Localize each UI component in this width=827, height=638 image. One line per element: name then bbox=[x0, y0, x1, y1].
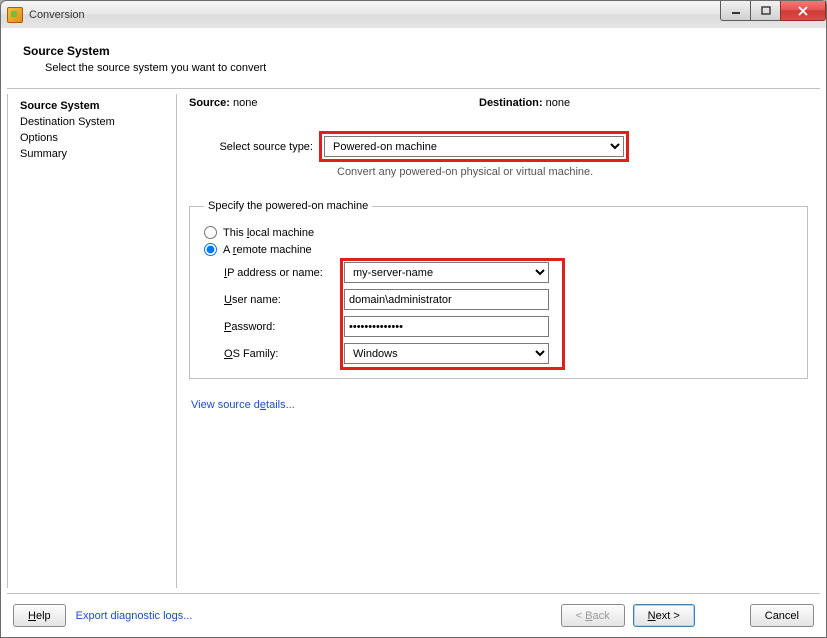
wizard-steps: Source System Destination System Options… bbox=[7, 94, 177, 588]
window-controls bbox=[720, 1, 826, 21]
minimize-icon bbox=[731, 7, 741, 15]
step-destination-system[interactable]: Destination System bbox=[16, 114, 168, 130]
powered-on-fieldset: Specify the powered-on machine This loca… bbox=[189, 200, 808, 379]
os-family-select[interactable]: Windows bbox=[344, 343, 549, 364]
main-content: Source: none Destination: none Select so… bbox=[177, 89, 820, 593]
help-button[interactable]: Help bbox=[13, 604, 66, 627]
client-area: Source System Select the source system y… bbox=[0, 28, 827, 638]
step-source-system[interactable]: Source System bbox=[16, 98, 168, 114]
maximize-button[interactable] bbox=[750, 1, 780, 21]
export-logs-link[interactable]: Export diagnostic logs... bbox=[76, 610, 193, 622]
highlight-source-type: Powered-on machine bbox=[319, 131, 629, 162]
radio-remote-machine[interactable] bbox=[204, 243, 217, 256]
username-input[interactable] bbox=[344, 289, 549, 310]
password-label: Password: bbox=[224, 321, 344, 333]
titlebar[interactable]: Conversion bbox=[0, 0, 827, 28]
os-label: OS Family: bbox=[224, 348, 344, 360]
minimize-button[interactable] bbox=[720, 1, 750, 21]
destination-value: none bbox=[546, 97, 570, 109]
radio-remote-label: A remote machine bbox=[223, 244, 312, 256]
radio-local-machine[interactable] bbox=[204, 226, 217, 239]
next-button[interactable]: Next > bbox=[633, 604, 695, 627]
source-value: none bbox=[233, 97, 257, 109]
radio-local-label: This local machine bbox=[223, 227, 314, 239]
remote-form: IP address or name: my-server-name User … bbox=[204, 262, 793, 364]
wizard-footer: Help Export diagnostic logs... < Back Ne… bbox=[7, 594, 820, 631]
select-source-row: Select source type: Powered-on machine bbox=[189, 131, 808, 162]
select-source-label: Select source type: bbox=[189, 141, 319, 153]
view-source-details-link[interactable]: View source details... bbox=[191, 399, 295, 411]
source-type-select[interactable]: Powered-on machine bbox=[324, 136, 624, 157]
wizard-body: Source System Destination System Options… bbox=[7, 88, 820, 594]
page-subtitle: Select the source system you want to con… bbox=[23, 62, 804, 74]
close-icon bbox=[797, 6, 809, 16]
cancel-button[interactable]: Cancel bbox=[750, 604, 814, 627]
fieldset-legend: Specify the powered-on machine bbox=[204, 200, 372, 212]
ip-label: IP address or name: bbox=[224, 267, 344, 279]
destination-label: Destination: bbox=[479, 97, 543, 109]
source-dest-summary: Source: none Destination: none bbox=[189, 97, 808, 109]
step-options[interactable]: Options bbox=[16, 130, 168, 146]
source-type-hint: Convert any powered-on physical or virtu… bbox=[331, 166, 808, 178]
conversion-window: Conversion Source System Select the sour… bbox=[0, 0, 827, 638]
wizard-header: Source System Select the source system y… bbox=[7, 34, 820, 88]
source-label: Source: bbox=[189, 97, 230, 109]
back-button[interactable]: < Back bbox=[561, 604, 625, 627]
window-title: Conversion bbox=[29, 9, 85, 21]
page-title: Source System bbox=[23, 44, 804, 58]
ip-address-combo[interactable]: my-server-name bbox=[344, 262, 549, 283]
password-input[interactable] bbox=[344, 316, 549, 337]
step-summary[interactable]: Summary bbox=[16, 146, 168, 162]
app-icon bbox=[7, 7, 23, 23]
maximize-icon bbox=[761, 6, 771, 15]
username-label: User name: bbox=[224, 294, 344, 306]
close-button[interactable] bbox=[780, 1, 826, 21]
radio-remote-row: A remote machine bbox=[204, 243, 793, 256]
radio-local-row: This local machine bbox=[204, 226, 793, 239]
